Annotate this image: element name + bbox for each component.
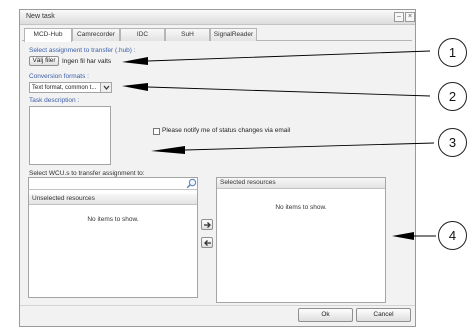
arrow-1: [122, 50, 431, 65]
callout-4: 4: [438, 221, 467, 250]
arrow-3: [151, 142, 435, 154]
callout-2: 2: [438, 82, 467, 111]
callout-1: 1: [438, 38, 467, 67]
arrow-2: [122, 83, 431, 97]
callout-3: 3: [438, 128, 467, 157]
annotation-arrows: [122, 50, 436, 240]
arrow-4: [392, 232, 436, 240]
